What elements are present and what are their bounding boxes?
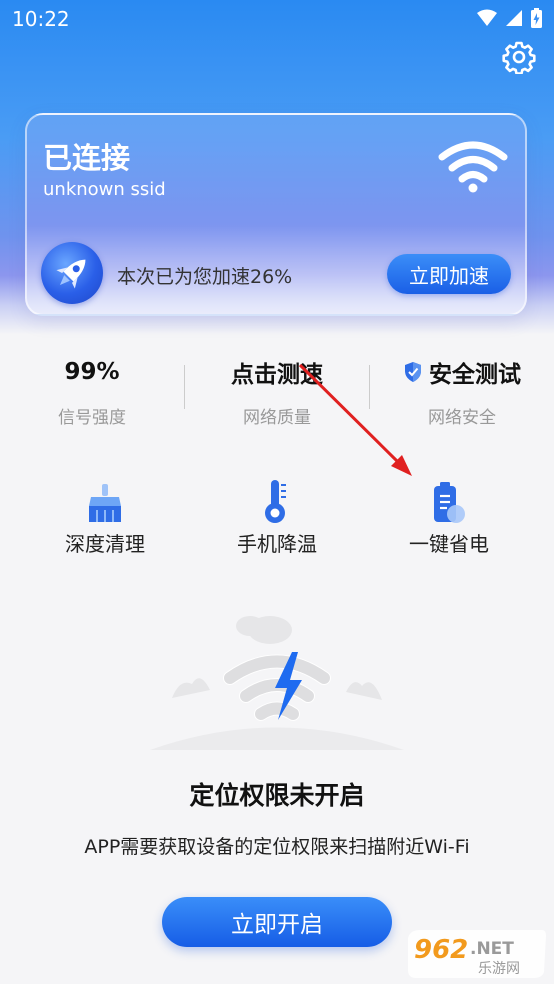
watermark-site: 乐游网: [478, 961, 520, 977]
boost-now-button[interactable]: 立即加速: [387, 254, 511, 294]
security-test-value: 安全测试: [429, 362, 521, 388]
network-quality-label: 网络质量: [243, 408, 311, 428]
deep-clean-label: 深度清理: [65, 532, 145, 556]
signal-strength-value: 99%: [64, 359, 120, 385]
battery-icon: [434, 482, 465, 523]
stat-divider: [369, 365, 370, 409]
deep-clean-tool[interactable]: 深度清理: [13, 478, 197, 557]
rocket-icon: [41, 242, 103, 304]
connection-card: 已连接 unknown ssid 本次已为您加速26% 立即加速: [25, 113, 527, 316]
watermark-suffix: .NET: [470, 939, 514, 959]
battery-charging-icon: [531, 8, 542, 28]
thermometer-icon: [265, 480, 286, 523]
settings-gear-icon[interactable]: [502, 40, 536, 74]
stat-divider: [184, 365, 185, 409]
shield-icon: [405, 362, 421, 382]
enable-location-button[interactable]: 立即开启: [162, 897, 392, 947]
speed-test-value: 点击测速: [231, 362, 323, 388]
connection-status: 已连接: [43, 141, 131, 175]
network-stats: 99% 信号强度 点击测速 网络质量 安全测试 网络安全: [0, 355, 554, 435]
status-time: 10:22: [12, 7, 70, 31]
wifi-icon: [438, 141, 508, 193]
location-disabled-illustration: [150, 616, 404, 750]
broom-icon: [89, 484, 121, 522]
location-description: APP需要获取设备的定位权限来扫描附近Wi-Fi: [84, 836, 470, 858]
signal-strength-stat[interactable]: 99% 信号强度: [0, 355, 184, 428]
network-security-label: 网络安全: [428, 408, 496, 428]
cell-signal-icon: [506, 10, 522, 26]
boost-percentage-text: 本次已为您加速26%: [117, 266, 293, 288]
power-saving-label: 一键省电: [409, 532, 489, 556]
watermark-number: 962: [414, 935, 468, 965]
security-test-stat[interactable]: 安全测试 网络安全: [370, 355, 554, 428]
speed-test-stat[interactable]: 点击测速 网络质量: [185, 355, 369, 428]
status-icons: [477, 8, 542, 28]
phone-cooling-label: 手机降温: [237, 532, 317, 556]
wifi-signal-icon: [477, 9, 497, 26]
status-bar: 10:22: [0, 0, 554, 40]
watermark-logo: 962 .NET 乐游网: [408, 930, 546, 978]
ssid-label: unknown ssid: [43, 179, 166, 200]
phone-cooling-tool[interactable]: 手机降温: [185, 478, 369, 557]
signal-strength-label: 信号强度: [58, 408, 126, 428]
location-title: 定位权限未开启: [189, 781, 365, 810]
power-saving-tool[interactable]: 一键省电: [357, 478, 541, 557]
